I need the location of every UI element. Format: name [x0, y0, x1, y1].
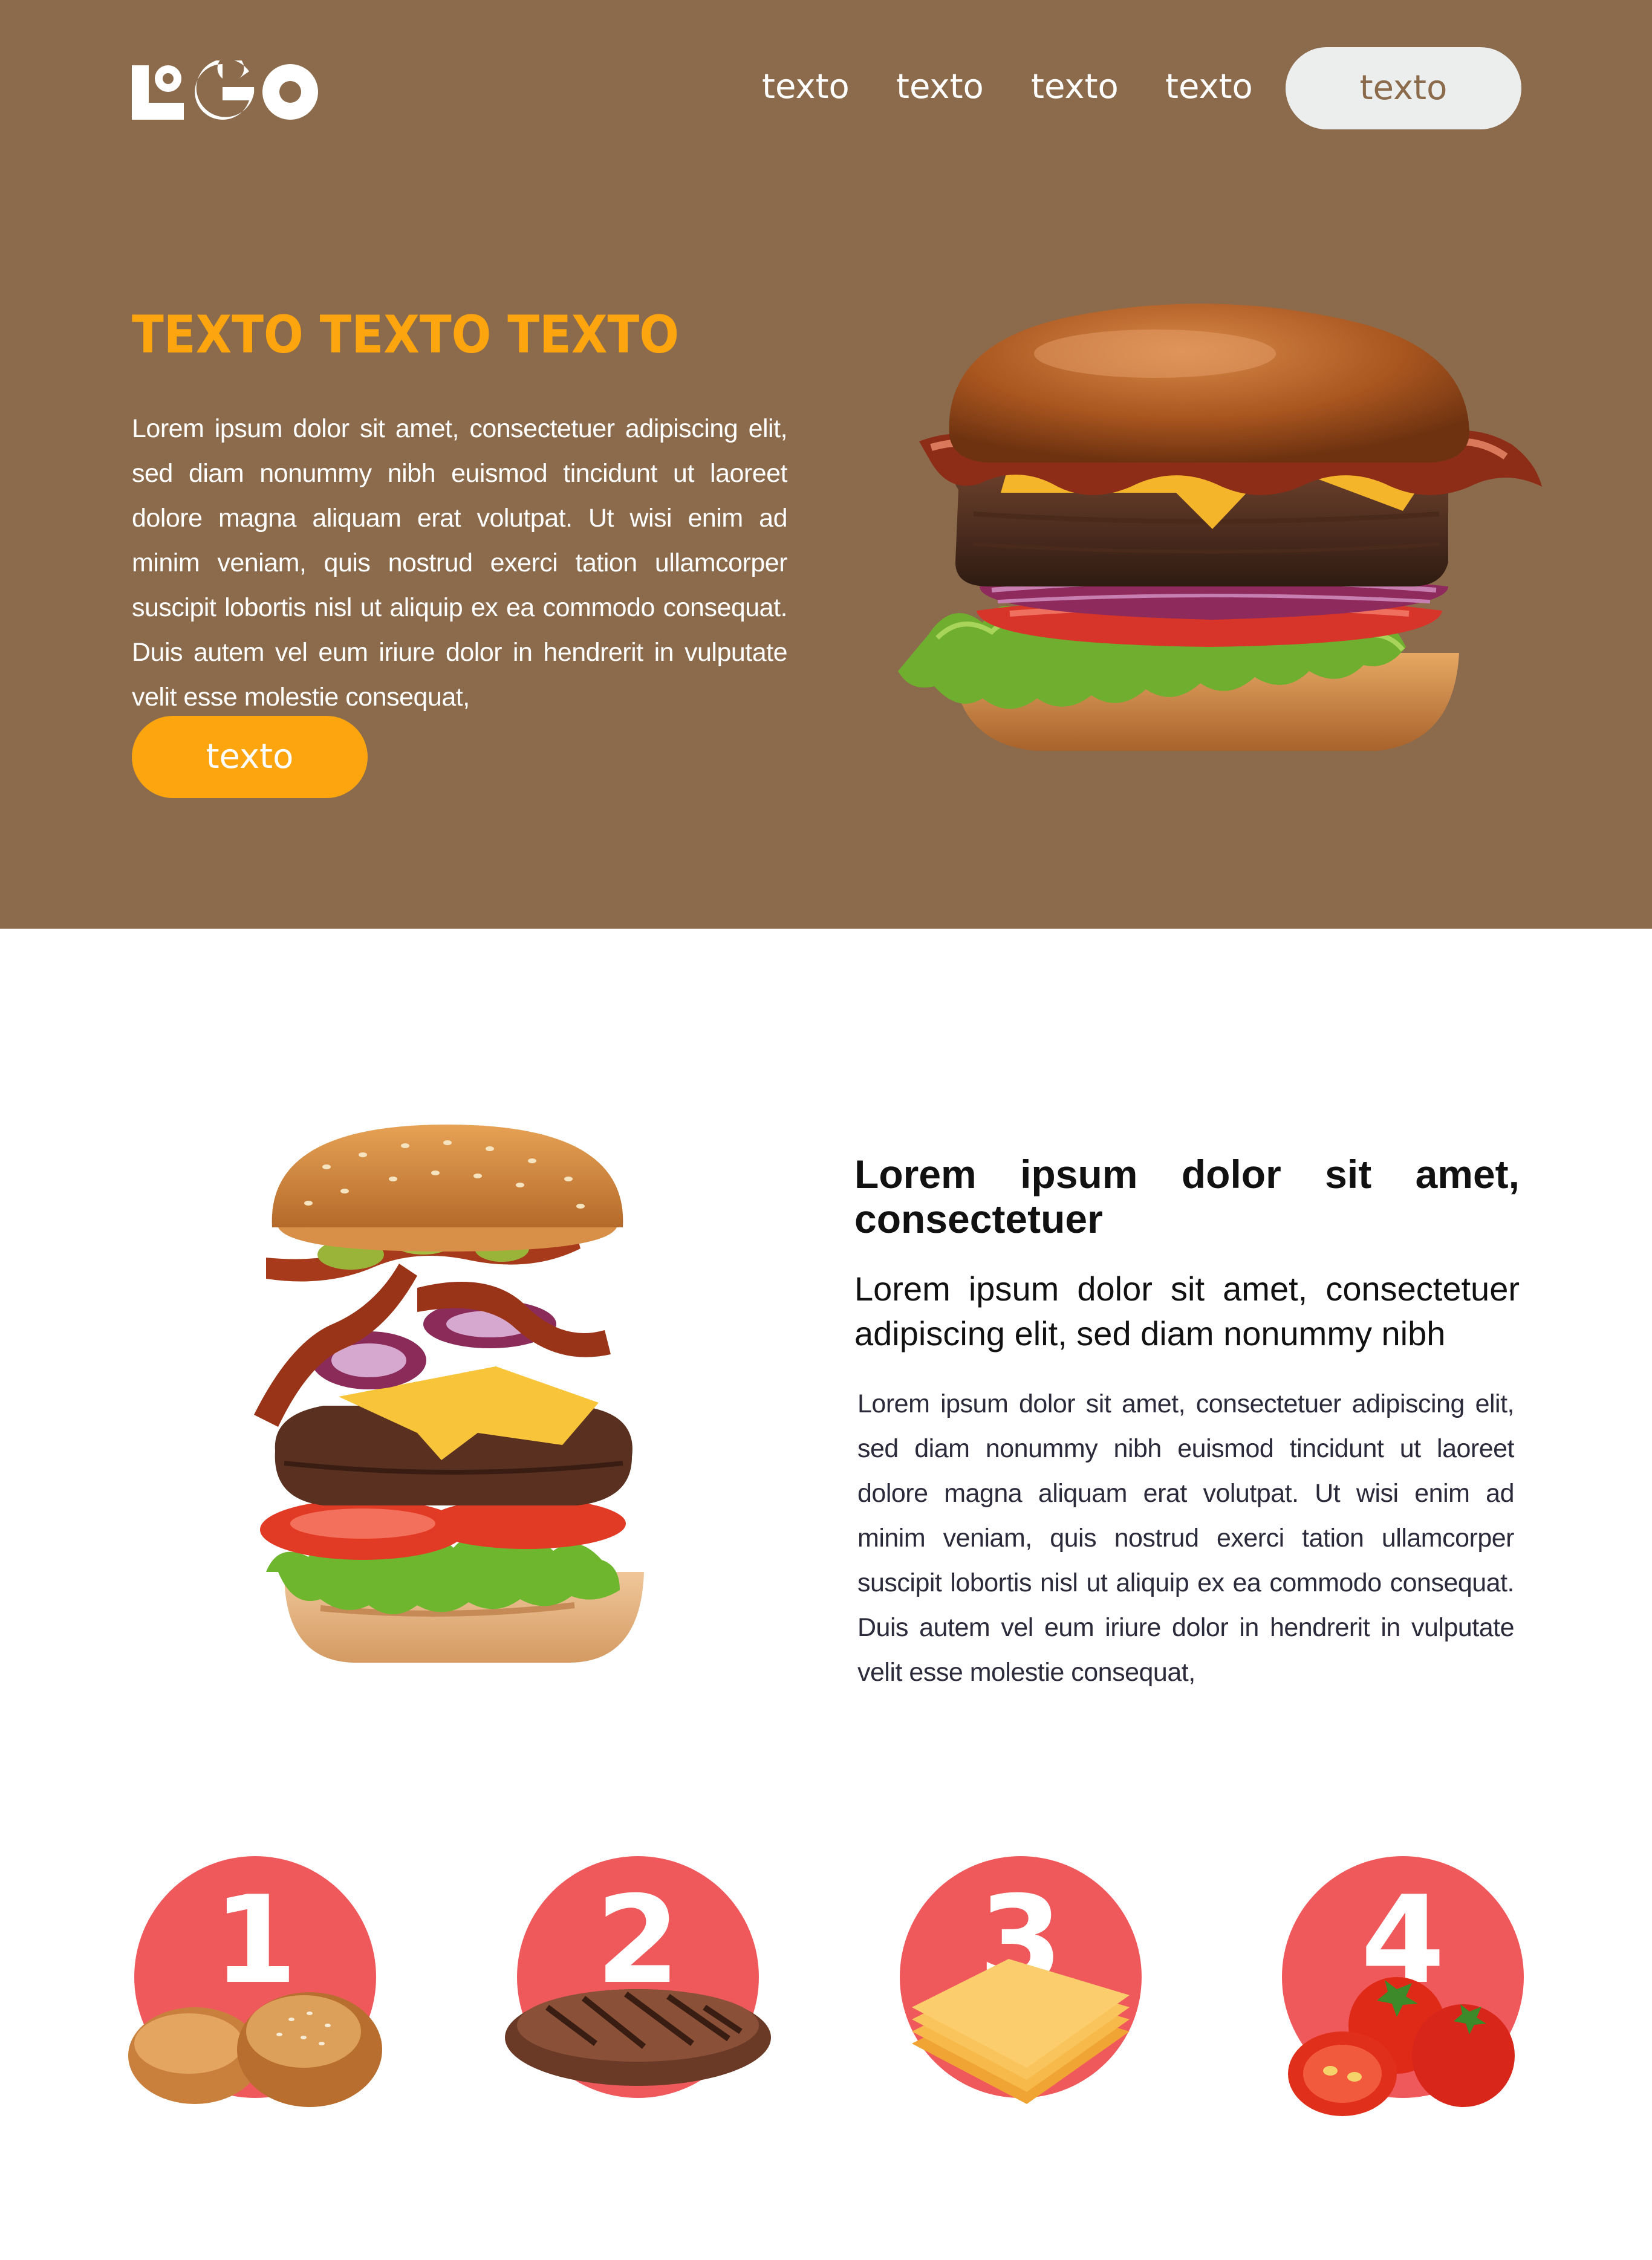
hero-title: TEXTO TEXTO TEXTO: [132, 305, 679, 365]
nav-link-1[interactable]: texto: [762, 63, 850, 111]
cheese-slices-icon: [912, 1959, 1130, 2104]
about-subheading: Lorem ipsum dolor sit amet, consectetuer…: [854, 1270, 1520, 1352]
about-body-text: Lorem ipsum dolor sit amet, consectetuer…: [857, 1389, 1515, 1687]
burger-buns-icon: [128, 1992, 382, 2107]
logo[interactable]: [132, 60, 319, 121]
ingredient-item-1: 1: [122, 1856, 388, 2146]
nav-link-2[interactable]: texto: [896, 63, 984, 111]
nav-link-3[interactable]: texto: [1031, 63, 1119, 111]
hero-section: texto texto texto texto texto TEXTO TEXT…: [0, 0, 1652, 929]
ingredient-item-2: 2: [505, 1856, 771, 2146]
about-heading: Lorem ipsum dolor sit amet, consectetuer: [854, 1152, 1520, 1241]
nav-cta-button[interactable]: texto: [1286, 47, 1521, 129]
beef-patty-icon: [505, 1989, 771, 2086]
hero-body-text: Lorem ipsum dolor sit amet, consectetuer…: [132, 414, 788, 712]
ingredient-item-3: 3: [888, 1856, 1154, 2146]
tomatoes-icon: [1288, 1977, 1515, 2116]
ingredient-item-4: 4: [1270, 1856, 1536, 2146]
hero-title-text: TEXTO TEXTO TEXTO: [132, 305, 679, 365]
bacon-cheeseburger-image: [898, 304, 1542, 751]
stacked-burger-image: [254, 1125, 644, 1663]
nav-link-4[interactable]: texto: [1165, 63, 1253, 111]
hero-cta-button[interactable]: texto: [132, 716, 368, 798]
